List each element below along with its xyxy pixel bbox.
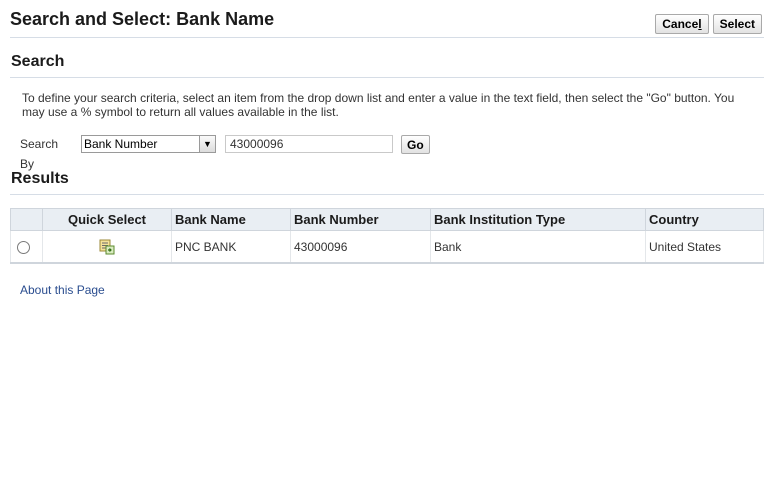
top-button-bar: Cancel Select <box>655 14 762 34</box>
search-by-label: Search By <box>20 137 59 171</box>
search-by-select[interactable]: Bank Number ▼ <box>81 135 216 153</box>
row-select-radio[interactable] <box>17 240 30 254</box>
cancel-accelerator: l <box>698 17 702 31</box>
column-header-bank-name[interactable]: Bank Name <box>171 208 291 231</box>
column-header-institution-type[interactable]: Bank Institution Type <box>430 208 646 231</box>
results-table: Quick Select Bank Name Bank Number Bank … <box>10 208 764 264</box>
cancel-button[interactable]: Cancel <box>655 14 709 34</box>
results-section-title: Results <box>11 170 69 187</box>
search-section-title: Search <box>11 53 65 70</box>
column-header-country[interactable]: Country <box>645 208 764 231</box>
quick-select-icon[interactable] <box>98 238 116 256</box>
institution-type-cell: Bank <box>430 230 646 264</box>
title-divider <box>10 37 764 38</box>
search-by-selected-value: Bank Number <box>84 137 158 151</box>
row-select-cell <box>10 230 43 264</box>
quick-select-cell <box>42 230 172 264</box>
search-value-input[interactable] <box>225 135 393 153</box>
results-divider <box>10 194 764 195</box>
bank-number-cell: 43000096 <box>290 230 431 264</box>
go-button[interactable]: Go <box>401 135 430 154</box>
chevron-down-icon[interactable]: ▼ <box>199 136 215 152</box>
country-cell: United States <box>645 230 764 264</box>
cancel-label: Cance <box>662 17 699 31</box>
page-title: Search and Select: Bank Name <box>10 9 275 29</box>
search-instructions: To define your search criteria, select a… <box>22 91 735 119</box>
bank-name-cell: PNC BANK <box>171 230 291 264</box>
table-row: PNC BANK 43000096 Bank United States <box>10 230 764 264</box>
select-button[interactable]: Select <box>712 14 762 34</box>
select-column-header <box>10 208 43 231</box>
column-header-quick-select[interactable]: Quick Select <box>42 208 172 231</box>
search-divider <box>10 77 764 78</box>
about-this-page-link[interactable]: About this Page <box>20 283 105 297</box>
column-header-bank-number[interactable]: Bank Number <box>290 208 431 231</box>
table-header-row: Quick Select Bank Name Bank Number Bank … <box>10 208 764 231</box>
